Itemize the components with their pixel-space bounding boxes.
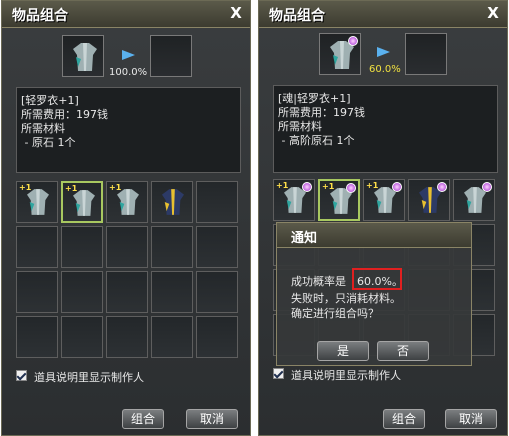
title-bar[interactable]: 物品组合 X [259, 1, 507, 28]
robe-icon [73, 43, 97, 71]
material-slot[interactable] [405, 33, 447, 75]
inventory-slot[interactable] [61, 226, 103, 268]
cancel-button[interactable]: 取消 [186, 409, 238, 429]
soul-gem-icon [392, 182, 402, 192]
inventory-slot[interactable]: +1 [16, 181, 58, 223]
combine-button[interactable]: 组合 [122, 409, 164, 429]
inventory-slot[interactable] [16, 226, 58, 268]
close-icon[interactable]: X [228, 4, 244, 22]
window-title: 物品组合 [269, 8, 325, 24]
combine-window-right: 物品组合 X 60.0% [魂|轻罗衣+1] 所需费用：197钱 所需材料 - … [258, 0, 508, 436]
recipe-line: 所需材料 [21, 122, 65, 135]
target-item-slot[interactable] [62, 35, 104, 77]
enhance-level: +1 [65, 184, 78, 193]
recipe-line: - 高阶原石 1个 [278, 134, 355, 147]
confirm-question: 确定进行组合吗？ [291, 307, 379, 320]
soul-gem-icon [482, 182, 492, 192]
soul-gem-icon [302, 182, 312, 192]
robe-icon [374, 187, 396, 213]
recipe-info-panel: [魂|轻罗衣+1] 所需费用：197钱 所需材料 - 高阶原石 1个 [273, 85, 498, 173]
title-bar[interactable]: 物品组合 X [2, 1, 250, 28]
inventory-slot[interactable] [196, 271, 238, 313]
window-title: 物品组合 [12, 8, 68, 24]
inventory-slot[interactable]: +1 [273, 179, 315, 221]
inventory-slot[interactable] [408, 179, 450, 221]
enhance-level: +1 [19, 183, 32, 192]
material-slot[interactable] [150, 35, 192, 77]
inventory-slot[interactable] [16, 271, 58, 313]
target-item-slot[interactable] [319, 33, 361, 75]
arrow-icon [377, 47, 390, 57]
dialog-title: 通知 [291, 231, 318, 246]
inventory-slot[interactable] [106, 316, 148, 358]
inventory-slot[interactable]: +1 [318, 179, 360, 221]
recipe-line: 所需材料 [278, 120, 322, 133]
inventory-slot[interactable] [196, 226, 238, 268]
recipe-line: 所需费用：197钱 [278, 106, 365, 119]
inventory-slot[interactable] [196, 316, 238, 358]
recipe-line: - 原石 1个 [21, 136, 76, 149]
enhance-level: +1 [276, 181, 289, 190]
robe-icon [284, 187, 306, 213]
enhance-level: +1 [109, 183, 122, 192]
inventory-slot[interactable] [106, 271, 148, 313]
enhance-level: +1 [322, 182, 335, 191]
soul-gem-icon [348, 36, 358, 46]
inventory-slot[interactable]: +1 [363, 179, 405, 221]
success-rate: 60.0% [369, 64, 401, 75]
inventory-slot[interactable] [196, 181, 238, 223]
cancel-button[interactable]: 取消 [445, 409, 497, 429]
inventory-slot[interactable] [151, 316, 193, 358]
inventory-slot[interactable]: +1 [106, 181, 148, 223]
recipe-info-panel: [轻罗衣+1] 所需费用：197钱 所需材料 - 原石 1个 [16, 87, 241, 173]
combine-button[interactable]: 组合 [383, 409, 425, 429]
soul-gem-icon [437, 182, 447, 192]
yes-button[interactable]: 是 [317, 341, 369, 361]
inventory-slot[interactable] [453, 179, 495, 221]
no-button[interactable]: 否 [377, 341, 429, 361]
success-rate: 100.0% [109, 67, 148, 78]
recipe-line: [魂|轻罗衣+1] [278, 92, 351, 105]
robe-icon [73, 190, 95, 216]
inventory-slot[interactable]: +1 [61, 181, 103, 223]
close-icon[interactable]: X [485, 4, 501, 22]
robe-icon [162, 189, 184, 215]
robe-icon [419, 187, 441, 213]
checkbox[interactable] [273, 368, 284, 379]
probability-value: 60.0%。 [357, 275, 403, 288]
soul-gem-icon [346, 183, 356, 193]
inventory-slot[interactable] [61, 271, 103, 313]
dialog-title-bar[interactable]: 通知 [277, 223, 471, 248]
probability-label: 成功概率是 [291, 275, 346, 288]
checkbox[interactable] [16, 370, 27, 381]
robe-icon [464, 187, 486, 213]
inventory-slot[interactable] [106, 226, 148, 268]
arrow-icon [122, 50, 135, 60]
notice-dialog: 通知 成功概率是 60.0%。 失败时，只消耗材料。 确定进行组合吗？ 是 否 [276, 222, 472, 366]
recipe-line: 所需费用：197钱 [21, 108, 108, 121]
inventory-slot[interactable] [151, 271, 193, 313]
robe-icon [117, 189, 139, 215]
checkbox-label: 道具说明里显示制作人 [34, 371, 144, 384]
inventory-slot[interactable] [151, 226, 193, 268]
inventory-slot[interactable] [16, 316, 58, 358]
checkbox-label: 道具说明里显示制作人 [291, 369, 401, 382]
inventory-slot[interactable] [61, 316, 103, 358]
failure-note: 失败时，只消耗材料。 [291, 292, 401, 305]
inventory-slot[interactable] [151, 181, 193, 223]
recipe-line: [轻罗衣+1] [21, 94, 79, 107]
enhance-level: +1 [366, 181, 379, 190]
robe-icon [27, 189, 49, 215]
combine-window-left: 物品组合 X 100.0% [轻罗衣+1] 所需费用：197钱 所需材料 - 原… [1, 0, 251, 436]
